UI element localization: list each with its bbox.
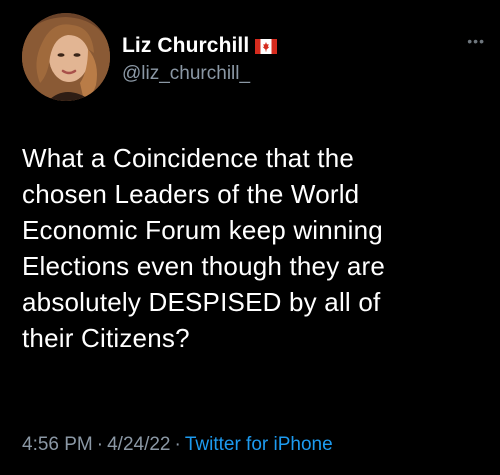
tweet-metadata: 4:56 PM · 4/24/22 · Twitter for iPhone	[22, 434, 333, 456]
ellipsis-icon[interactable]: •••	[467, 33, 485, 49]
tweet-author: Liz Churchill @liz_churchill_	[122, 33, 278, 85]
tweet-source-link[interactable]: Twitter for iPhone	[185, 434, 333, 455]
tweet-date[interactable]: 4/24/22	[107, 434, 170, 455]
profile-photo-icon	[22, 13, 110, 101]
separator-dot: ·	[96, 434, 104, 455]
user-handle[interactable]: @liz_churchill_	[122, 63, 277, 85]
display-name[interactable]: Liz Churchill	[122, 34, 249, 58]
display-name-row: Liz Churchill	[122, 33, 278, 59]
tweet-time[interactable]: 4:56 PM	[22, 434, 93, 455]
tweet-card: Liz Churchill @liz_churchill_ ••• What a…	[0, 0, 500, 475]
tweet-text: What a Coincidence that the chosen Leade…	[22, 143, 386, 353]
canada-flag-icon	[255, 39, 278, 54]
avatar[interactable]	[22, 13, 110, 101]
separator-dot: ·	[174, 434, 181, 455]
